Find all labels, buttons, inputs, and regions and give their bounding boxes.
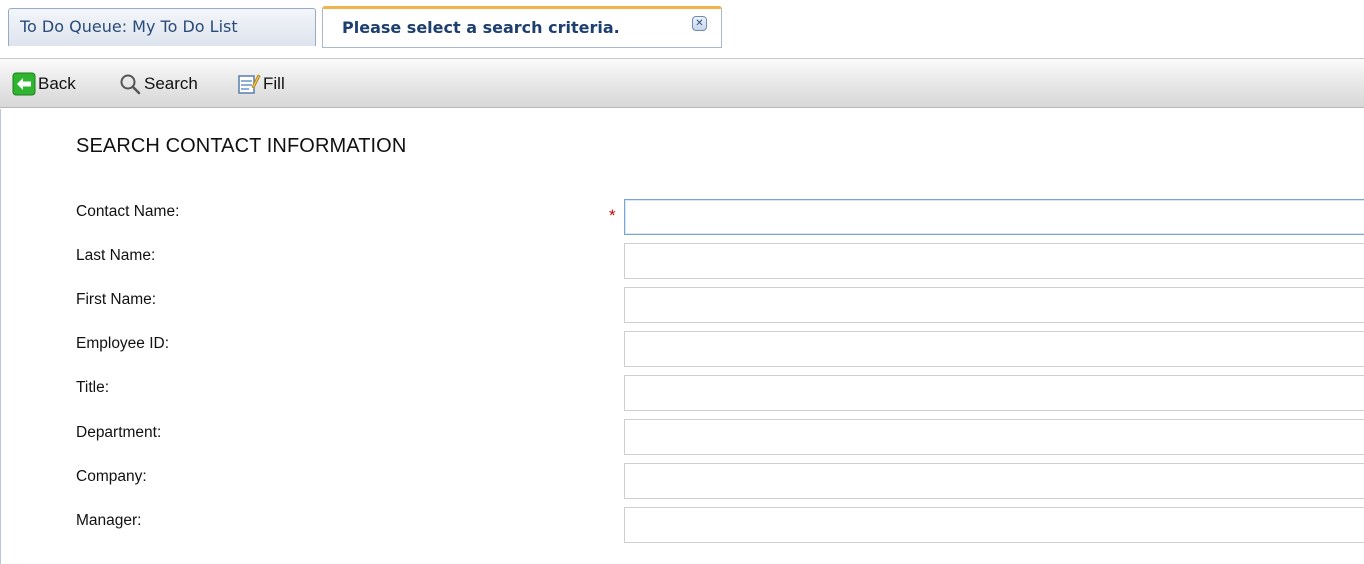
back-button[interactable]: Back — [12, 71, 76, 97]
tab-search-criteria[interactable]: Please select a search criteria. ✕ — [322, 6, 722, 48]
last-name-label: Last Name: — [76, 247, 156, 264]
department-label: Department: — [76, 424, 162, 441]
fill-label: Fill — [263, 74, 285, 93]
close-icon[interactable]: ✕ — [692, 16, 707, 31]
tab-label: Please select a search criteria. — [342, 18, 620, 37]
first-name-field[interactable] — [624, 287, 1364, 323]
manager-field[interactable] — [624, 507, 1364, 543]
contact-name-field[interactable] — [624, 199, 1364, 235]
search-button[interactable]: Search — [118, 71, 198, 97]
title-field[interactable] — [624, 375, 1364, 411]
search-label: Search — [144, 74, 198, 93]
tab-label: To Do Queue: My To Do List — [20, 17, 238, 36]
company-label: Company: — [76, 468, 147, 485]
tab-bar: To Do Queue: My To Do List Please select… — [0, 0, 1364, 48]
title-label: Title: — [76, 379, 110, 396]
tab-todo-queue[interactable]: To Do Queue: My To Do List — [8, 8, 316, 46]
fill-button[interactable]: Fill — [237, 71, 285, 97]
first-name-label: First Name: — [76, 291, 157, 308]
back-label: Back — [38, 74, 76, 93]
toolbar: Back Search Fill — [0, 58, 1364, 108]
magnifier-icon — [118, 72, 142, 96]
last-name-field[interactable] — [624, 243, 1364, 279]
required-marker: * — [609, 206, 616, 225]
back-arrow-icon — [12, 72, 36, 96]
employee-id-label: Employee ID: — [76, 335, 170, 352]
department-field[interactable] — [624, 419, 1364, 455]
contact-name-label: Contact Name: — [76, 203, 180, 220]
employee-id-field[interactable] — [624, 331, 1364, 367]
company-field[interactable] — [624, 463, 1364, 499]
form-fill-icon — [237, 72, 261, 96]
manager-label: Manager: — [76, 512, 142, 529]
page-title: SEARCH CONTACT INFORMATION — [76, 135, 407, 157]
